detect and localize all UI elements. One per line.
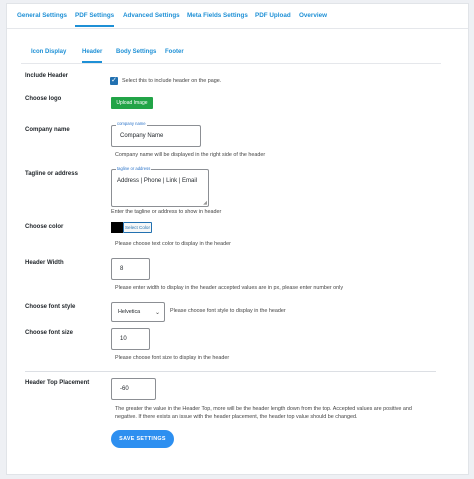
resize-handle-icon[interactable]: ◢	[203, 200, 207, 206]
tagline-textarea[interactable]: Address | Phone | Link | Email ◢	[111, 169, 209, 207]
chevron-down-icon: ⌄	[154, 310, 160, 316]
tagline-floating-label: tagline or address	[116, 166, 152, 171]
header-width-description: Please enter width to display in the hea…	[115, 285, 344, 291]
include-header-checkbox[interactable]: ✓	[110, 77, 118, 85]
sub-tab-bar: Icon Display Header Body Settings Footer	[21, 42, 441, 64]
section-divider	[25, 371, 436, 372]
header-top-description: The greater the value in the Header Top,…	[115, 406, 412, 420]
choose-color-label: Choose color	[25, 224, 64, 230]
subtab-icon-display[interactable]: Icon Display	[31, 49, 66, 55]
font-size-label: Choose font size	[25, 330, 74, 336]
font-style-value: Helvetica	[118, 309, 141, 315]
tagline-label: Tagline or address	[25, 171, 78, 177]
subtab-footer[interactable]: Footer	[165, 49, 184, 55]
company-name-label: Company name	[25, 127, 70, 133]
header-width-label: Header Width	[25, 260, 64, 266]
company-name-value: Company Name	[120, 133, 164, 139]
header-width-value: 8	[120, 266, 124, 272]
save-settings-button[interactable]: SAVE SETTINGS	[111, 430, 174, 448]
company-name-floating-label: company name	[116, 121, 147, 126]
select-color-button[interactable]: Select Color	[123, 222, 152, 233]
tagline-description: Enter the tagline or address to show in …	[111, 209, 222, 215]
tab-advanced-settings[interactable]: Advanced Settings	[123, 12, 180, 19]
header-top-input[interactable]: -60	[111, 378, 156, 400]
font-style-select[interactable]: Helvetica ⌄	[111, 302, 165, 322]
choose-logo-label: Choose logo	[25, 96, 62, 102]
tab-pdf-upload[interactable]: PDF Upload	[255, 12, 291, 19]
font-style-label: Choose font style	[25, 304, 76, 310]
upload-image-button[interactable]: Upload Image	[111, 97, 153, 109]
subtab-header[interactable]: Header	[82, 49, 103, 63]
font-size-value: 10	[120, 336, 127, 342]
header-top-label: Header Top Placement	[25, 380, 90, 386]
tagline-value: Address | Phone | Link | Email	[117, 178, 198, 184]
tab-meta-fields-settings[interactable]: Meta Fields Settings	[187, 12, 248, 19]
include-header-description: Select this to include header on the pag…	[122, 78, 222, 84]
company-name-description: Company name will be displayed in the ri…	[115, 152, 266, 158]
header-top-value: -60	[120, 386, 129, 392]
tab-pdf-settings[interactable]: PDF Settings	[75, 12, 115, 27]
company-name-input[interactable]: Company Name	[111, 125, 201, 147]
color-swatch[interactable]	[111, 222, 123, 233]
tab-overview[interactable]: Overview	[299, 12, 327, 19]
header-width-input[interactable]: 8	[111, 258, 150, 280]
choose-color-description: Please choose text color to display in t…	[115, 241, 231, 247]
font-size-description: Please choose font size to display in th…	[115, 355, 230, 361]
font-size-input[interactable]: 10	[111, 328, 150, 350]
subtab-body-settings[interactable]: Body Settings	[116, 49, 156, 55]
top-tab-bar: General Settings PDF Settings Advanced S…	[7, 4, 468, 29]
include-header-label: Include Header	[25, 73, 69, 79]
tab-general-settings[interactable]: General Settings	[17, 12, 67, 19]
font-style-description: Please choose font style to display in t…	[170, 308, 286, 314]
